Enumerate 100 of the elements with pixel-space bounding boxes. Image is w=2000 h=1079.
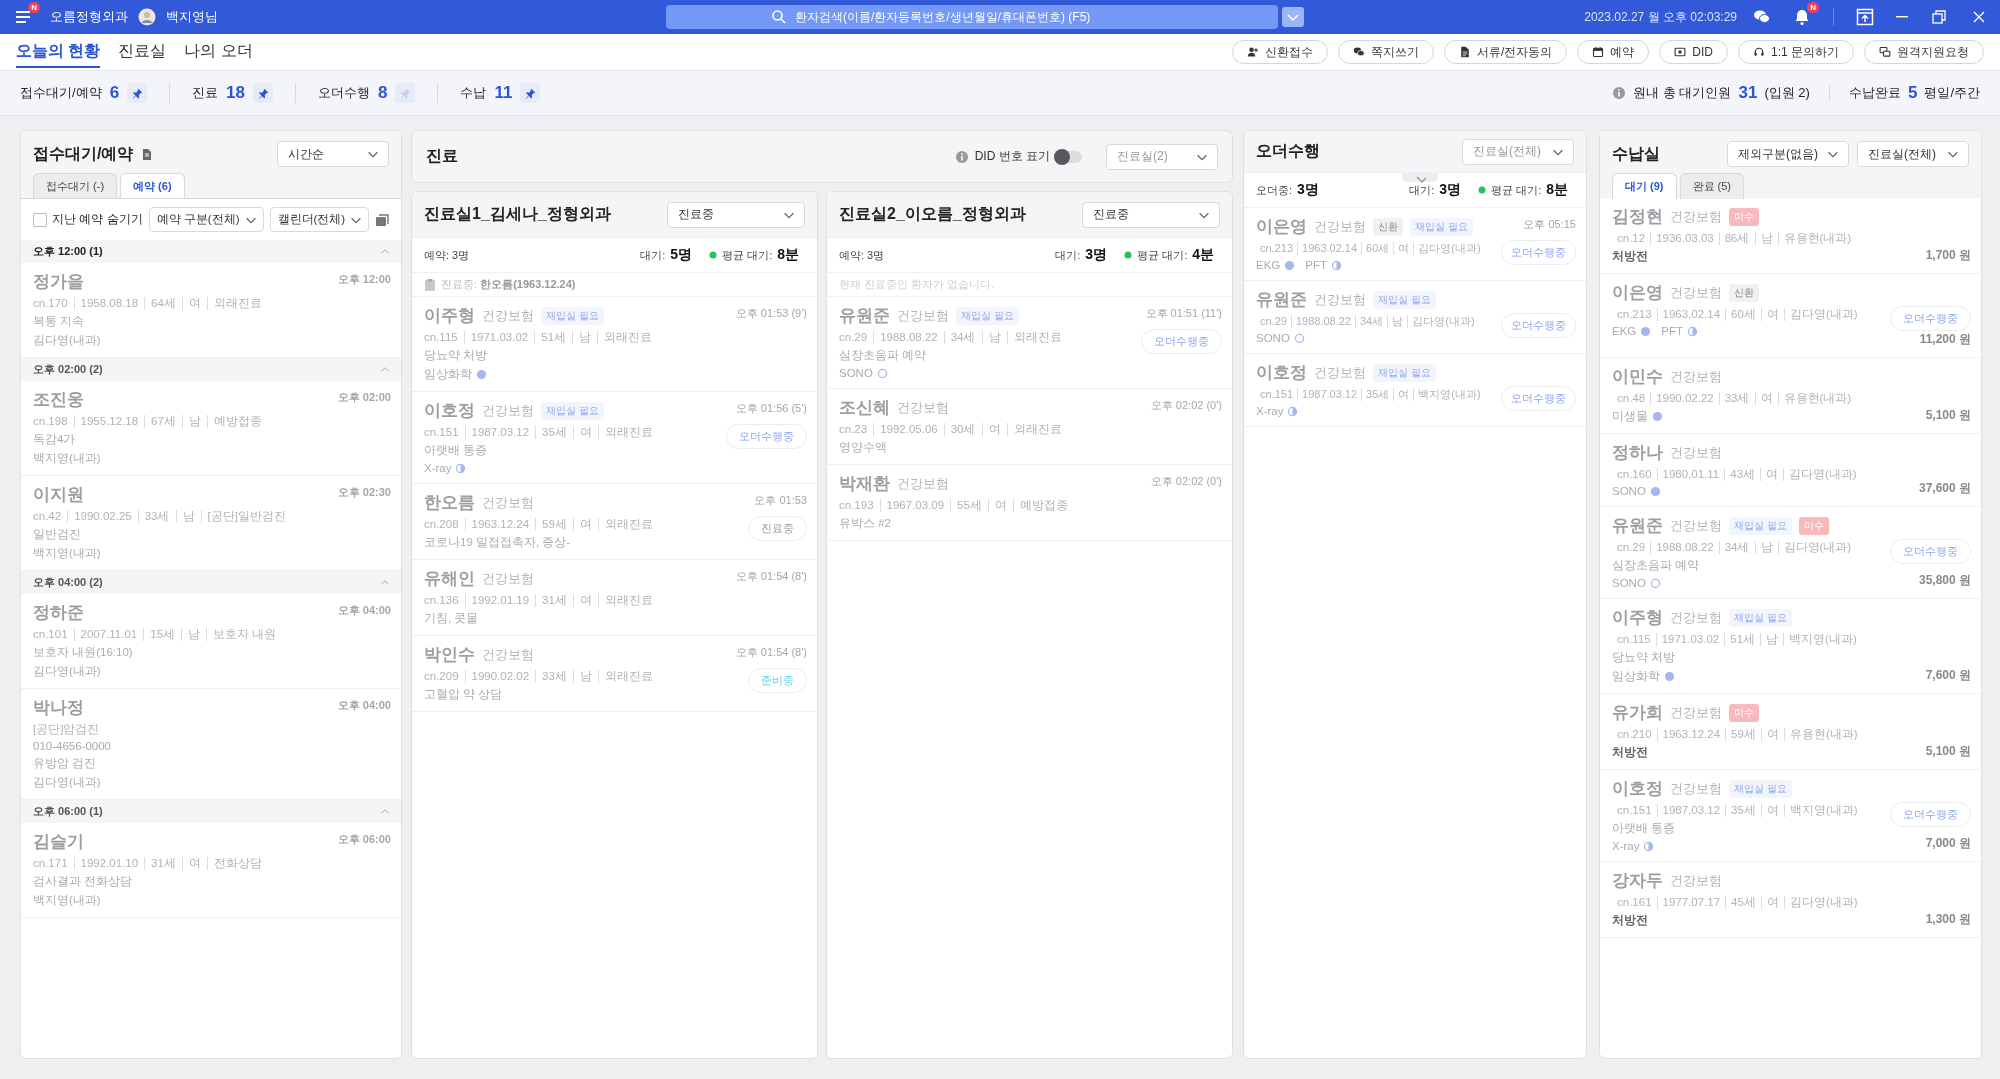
patient-info: 1987.03.12 — [1656, 804, 1726, 817]
patient-info: 유용현(내과) — [1783, 728, 1863, 741]
pin-button[interactable] — [253, 83, 273, 103]
header-button[interactable]: 원격지원요청 — [1864, 40, 1984, 64]
order-name: 임상화학 — [1612, 669, 1660, 684]
collapse-handle[interactable] — [1402, 172, 1438, 182]
patient-name: 이주형 — [424, 305, 475, 327]
header-button[interactable]: 예약 — [1577, 40, 1650, 64]
patient-info: 외래진료 — [597, 670, 659, 683]
note-text: 고혈압 약 상담 — [424, 687, 504, 702]
group-time: 오후 06:00 (1) — [33, 804, 103, 819]
dropdown[interactable]: 시간순 — [277, 141, 389, 167]
note-text: 독감4가 — [33, 432, 77, 447]
note-text: 당뇨약 처방 — [1612, 650, 1677, 665]
patient-info: 2007.11.01 — [73, 628, 144, 641]
tab[interactable]: 대기 (9) — [1612, 173, 1677, 199]
room-title: 진료실2_이오름_정형외과 — [839, 204, 1026, 224]
filled-circle-icon — [1640, 325, 1652, 337]
dropdown[interactable]: 진료중 — [667, 201, 805, 228]
patient-info: cn.115 — [424, 331, 459, 344]
date-time: 2023.02.27 월 오후 02:03:29 — [1584, 8, 1737, 26]
waiting-count: 3명 — [1439, 181, 1462, 199]
note-text: 백지영(내과) — [33, 451, 102, 466]
note-text: 기침, 콧물 — [424, 611, 480, 626]
headset-icon — [1753, 46, 1765, 58]
dropdown[interactable]: 진료실(전체) — [1857, 141, 1969, 167]
patient-info: cn.136 — [424, 594, 460, 607]
insurance-label: 건강보험 — [897, 306, 949, 325]
amount-text: 1,300 원 — [1925, 911, 1971, 928]
patient-info: 외래진료 — [206, 297, 268, 310]
patient-name: 박나정 — [33, 697, 84, 719]
nav-tab[interactable]: 오늘의 현황 — [16, 36, 101, 68]
tag: 재입실 필요 — [1729, 516, 1792, 535]
dropdown-button[interactable] — [1282, 7, 1304, 27]
patient-info: cn.171 — [33, 857, 69, 870]
pin-button[interactable] — [127, 83, 148, 103]
header-button[interactable]: 쪽지쓰기 — [1337, 40, 1434, 64]
insurance-label: 건강보험 — [482, 306, 534, 325]
patient-info: 김다영(내과) — [1413, 242, 1485, 255]
patient-info: 전화상담 — [206, 857, 268, 870]
order-name: SONO — [1612, 485, 1646, 497]
document-icon — [141, 147, 154, 161]
header-button[interactable]: 서류/전자동의 — [1443, 40, 1568, 64]
dropdown[interactable]: 캘린더(전체) — [269, 207, 370, 232]
patient-name: 김슬기 — [33, 831, 84, 853]
patient-info: 여 — [987, 499, 1013, 512]
tag: 재입실 필요 — [1729, 779, 1792, 798]
search-field[interactable]: 환자검색(이름/환자등록번호/생년월일/휴대폰번호) (F5) — [666, 5, 1278, 29]
stat-label: 진료 — [192, 84, 219, 102]
pin-button[interactable] — [520, 83, 541, 103]
tab[interactable]: 접수대기 (-) — [33, 173, 118, 199]
patient-info: 31세 — [144, 857, 182, 870]
patient-name: 정하나 — [1612, 442, 1663, 464]
stat-label: 수납완료 — [1848, 84, 1901, 102]
dropdown[interactable]: 예약 구분(전체) — [148, 207, 264, 232]
panel-title: 수납실 — [1612, 143, 1660, 164]
panel-title: 진료 — [426, 146, 458, 166]
tab[interactable]: 예약 (6) — [120, 173, 185, 199]
patient-info: 55세 — [950, 499, 988, 512]
patient-info: 1987.03.12 — [464, 426, 536, 439]
patient-name: 박재환 — [839, 473, 890, 495]
nav-tab[interactable]: 나의 오더 — [184, 36, 253, 68]
note-text: 백지영(내과) — [33, 893, 102, 908]
patient-info: cn.48 — [1616, 392, 1647, 405]
checkbox[interactable]: 지난 예약 숨기기 — [33, 211, 143, 228]
patient-info: 1963.12.24 — [464, 518, 536, 531]
insurance-label: 건강보험 — [1314, 363, 1366, 382]
filled-circle-icon — [1664, 671, 1675, 682]
dropdown[interactable]: 진료중 — [1082, 201, 1220, 228]
patient-info: 15세 — [143, 628, 182, 641]
header-button[interactable]: 1:1 문의하기 — [1738, 40, 1854, 64]
search-input[interactable]: 환자검색(이름/환자등록번호/생년월일/휴대폰번호) (F5) — [793, 9, 1173, 25]
patient-info: cn.198 — [33, 415, 69, 428]
toggle-label: DID 번호 표기 — [974, 148, 1050, 165]
toggle-switch[interactable] — [1056, 150, 1082, 163]
order-name: EKG — [1256, 259, 1281, 271]
note-text: 김다영(내과) — [33, 333, 102, 348]
stat-label: 원내 총 대기인원 — [1633, 84, 1732, 102]
note-text: 아랫배 통증 — [424, 443, 489, 458]
order-name: 미생물 — [1612, 409, 1648, 424]
patient-info: 35세 — [1725, 804, 1761, 817]
patient-info: cn.213 — [1616, 308, 1653, 321]
nav-tab[interactable]: 진료실 — [118, 36, 167, 68]
time-text: 오후 06:00 — [337, 832, 391, 847]
tab[interactable]: 완료 (5) — [1679, 173, 1744, 199]
patient-info: cn.151 — [1616, 804, 1653, 817]
patient-info: 남 — [572, 670, 598, 683]
note-text: 김다영(내과) — [33, 775, 102, 790]
header-button[interactable]: 신환접수 — [1231, 40, 1328, 64]
patient-info: 외래진료 — [597, 518, 659, 531]
header-button[interactable]: DID — [1659, 40, 1728, 64]
patient-info: 1992.01.19 — [464, 594, 536, 607]
filled-circle-icon — [1649, 485, 1661, 497]
patient-info: 59세 — [535, 518, 573, 531]
dropdown[interactable]: 제외구분(없음) — [1727, 141, 1849, 167]
patient-info: 1987.03.12 — [1297, 388, 1362, 401]
patient-info: 51세 — [1724, 633, 1761, 646]
patient-info: 43세 — [1724, 468, 1761, 481]
patient-name: 이호정 — [1256, 362, 1307, 384]
patient-info: 1990.02.22 — [1650, 392, 1719, 405]
